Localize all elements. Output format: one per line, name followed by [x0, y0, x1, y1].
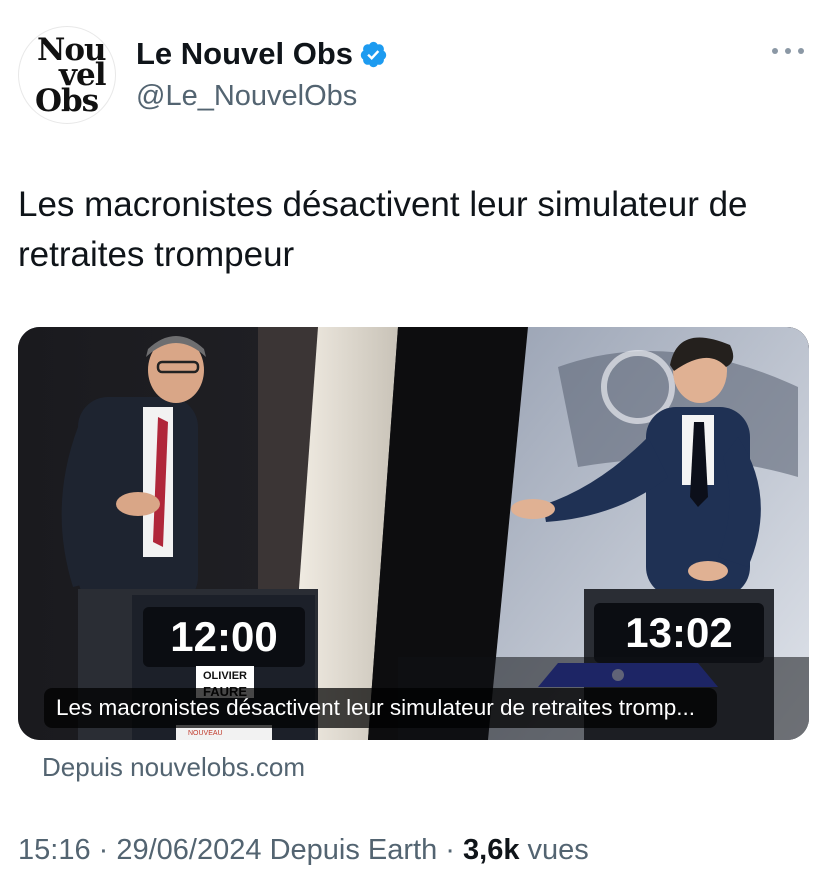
avatar-logo-line-3: Obs: [35, 83, 99, 119]
meta-separator-2: ·: [437, 834, 464, 866]
tweet-meta: 15:16 · 29/06/2024 Depuis Earth · 3,6k v…: [18, 834, 589, 867]
views-count: 3,6k: [463, 834, 520, 866]
link-card-image: 12:00 OLIVIER FAURE NOUVEAU 13:02: [18, 327, 809, 740]
left-timer: 12:00: [170, 613, 277, 660]
nameplate-first: OLIVIER: [203, 670, 247, 682]
link-card-source[interactable]: Depuis nouvelobs.com: [42, 752, 305, 783]
banner-text: NOUVEAU: [188, 730, 223, 737]
display-name[interactable]: Le Nouvel Obs: [136, 36, 353, 72]
more-horizontal-icon[interactable]: [772, 44, 804, 58]
tweet-date[interactable]: 29/06/2024: [116, 834, 261, 866]
link-card-title: Les macronistes désactivent leur simulat…: [44, 688, 718, 728]
tweet-time[interactable]: 15:16: [18, 834, 91, 866]
tweet-text: Les macronistes désactivent leur simulat…: [18, 185, 748, 274]
link-card[interactable]: 12:00 OLIVIER FAURE NOUVEAU 13:02 Les ma…: [18, 327, 809, 740]
views-label: vues: [527, 834, 589, 866]
avatar[interactable]: Nou vel Obs: [18, 26, 116, 124]
tweet-client-source: Depuis Earth: [269, 834, 438, 866]
author-name-row: Le Nouvel Obs: [136, 36, 388, 72]
meta-separator-1: ·: [90, 834, 117, 866]
right-timer: 13:02: [625, 609, 732, 656]
verified-badge-icon[interactable]: [359, 40, 388, 69]
account-handle[interactable]: @Le_NouvelObs: [136, 80, 357, 113]
